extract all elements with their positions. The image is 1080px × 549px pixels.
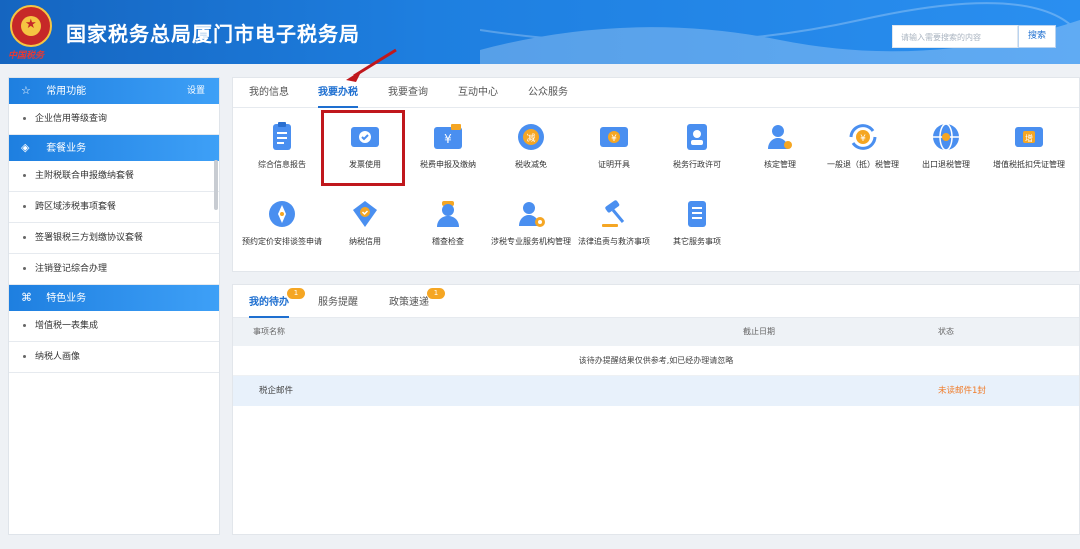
tax-emblem-icon: ★ [10, 5, 52, 47]
shield-check-icon [353, 201, 377, 227]
sidebar-scrollbar[interactable] [214, 160, 218, 210]
sidebar-section-title: 特色业务 [46, 293, 87, 304]
sidebar-item[interactable]: 增值税一表集成 [9, 311, 219, 342]
service-tax-credit[interactable]: 纳税信用 [320, 198, 410, 248]
svg-text:¥: ¥ [444, 132, 452, 146]
svg-text:¥: ¥ [611, 134, 617, 144]
sidebar-section-title: 套餐业务 [46, 143, 87, 154]
service-vat-deduction[interactable]: 增 增值税抵扣凭证管理 [984, 121, 1074, 171]
sidebar: ☆ 常用功能 设置 企业信用等级查询 ◈ 套餐业务 主附税联合申报缴纳套餐 跨区… [8, 77, 220, 535]
tab-my-info[interactable]: 我的信息 [249, 78, 289, 108]
settings-link[interactable]: 设置 [187, 78, 205, 104]
service-pricing-arrangement[interactable]: 预约定价安排谈签申请 [237, 198, 327, 248]
service-tax-declaration[interactable]: ¥ 税费申报及缴纳 [403, 121, 493, 171]
service-export-refund[interactable]: 出口退税管理 [901, 121, 991, 171]
sidebar-section-title: 常用功能 [46, 86, 87, 97]
star-icon: ☆ [21, 84, 31, 97]
search-button[interactable]: 搜索 [1018, 25, 1056, 48]
service-admin-license[interactable]: 税务行政许可 [652, 121, 742, 171]
service-assessment[interactable]: 核定管理 [735, 121, 825, 171]
annotation-arrow-icon [346, 48, 397, 82]
svg-text:增: 增 [1025, 133, 1033, 143]
sidebar-item[interactable]: 注销登记综合办理 [9, 254, 219, 285]
user-gear-icon [768, 125, 792, 149]
sidebar-item[interactable]: 跨区域涉税事项套餐 [9, 192, 219, 223]
sidebar-section-common[interactable]: ☆ 常用功能 设置 [9, 78, 219, 104]
todo-table-header: 事项名称 截止日期 状态 [233, 318, 1079, 346]
tab-my-todo[interactable]: 我的待办 [249, 293, 289, 318]
column-status: 状态 [938, 327, 954, 336]
sidebar-section-package[interactable]: ◈ 套餐业务 [9, 135, 219, 161]
row-status[interactable]: 未读邮件1封 [938, 376, 986, 406]
todo-tabs: 我的待办 1 服务提醒 政策速递 1 [233, 285, 1079, 318]
wallet-yuan-icon: ¥ [434, 124, 462, 149]
sidebar-item[interactable]: 主附税联合申报缴纳套餐 [9, 161, 219, 192]
globe-icon [933, 123, 959, 151]
service-certificate[interactable]: ¥ 证明开具 [569, 121, 659, 171]
refund-cycle-icon: ¥ [849, 124, 877, 150]
todo-note: 该待办提醒结果仅供参考,如已经办理请忽略 [233, 346, 1079, 376]
sidebar-item[interactable]: 纳税人画像 [9, 342, 219, 373]
table-row[interactable]: 税企邮件 未读邮件1封 [233, 376, 1079, 406]
compass-icon [269, 201, 295, 227]
sidebar-item[interactable]: 签署银税三方划缴协议套餐 [9, 223, 219, 254]
clipboard-icon [273, 122, 291, 150]
service-inspection[interactable]: 稽查检查 [403, 198, 493, 248]
svg-text:减: 减 [526, 132, 535, 144]
gavel-icon [602, 200, 625, 227]
todo-panel: 我的待办 1 服务提醒 政策速递 1 事项名称 截止日期 状态 该待办提醒结果仅… [232, 284, 1080, 535]
certificate-yuan-icon: ¥ [600, 127, 628, 147]
sidebar-section-special[interactable]: ⌘ 特色业务 [9, 285, 219, 311]
service-tax-reduction[interactable]: 减 税收减免 [486, 121, 576, 171]
column-deadline: 截止日期 [743, 327, 775, 336]
site-title: 国家税务总局厦门市电子税务局 [66, 22, 360, 46]
vat-ticket-icon: 增 [1015, 127, 1043, 147]
row-item-name[interactable]: 税企邮件 [259, 376, 293, 406]
tab-public-service[interactable]: 公众服务 [528, 78, 568, 108]
brand-signature: 中国税务 [8, 51, 45, 61]
id-badge-icon [687, 124, 707, 150]
service-agency-management[interactable]: 涉税专业服务机构管理 [486, 198, 576, 248]
layers-icon: ◈ [21, 141, 30, 154]
grid-icon: ⌘ [21, 291, 32, 304]
tab-policy-express[interactable]: 政策速递 [389, 293, 429, 318]
service-other[interactable]: 其它服务事项 [652, 198, 742, 248]
inspector-icon [437, 201, 459, 227]
list-icon [688, 201, 706, 227]
sidebar-item[interactable]: 企业信用等级查询 [9, 104, 219, 135]
tab-service-reminder[interactable]: 服务提醒 [318, 293, 358, 318]
service-general-refund[interactable]: ¥ 一般退（抵）税管理 [818, 121, 908, 171]
todo-badge: 1 [287, 288, 305, 299]
policy-badge: 1 [427, 288, 445, 299]
column-item-name: 事项名称 [253, 327, 285, 336]
service-legal-remedy[interactable]: 法律追责与救济事项 [569, 198, 659, 248]
tab-interaction[interactable]: 互动中心 [458, 78, 498, 108]
search-input[interactable]: 请输入需要搜索的内容 [892, 25, 1018, 48]
agency-gear-icon [519, 202, 545, 227]
annotation-highlight-box [321, 110, 405, 186]
top-header: ★ 中国税务 国家税务总局厦门市电子税务局 请输入需要搜索的内容 搜索 [0, 0, 1080, 64]
svg-text:¥: ¥ [860, 134, 866, 144]
service-comprehensive-report[interactable]: 综合信息报告 [237, 121, 327, 171]
reduction-coin-icon: 减 [518, 124, 544, 150]
